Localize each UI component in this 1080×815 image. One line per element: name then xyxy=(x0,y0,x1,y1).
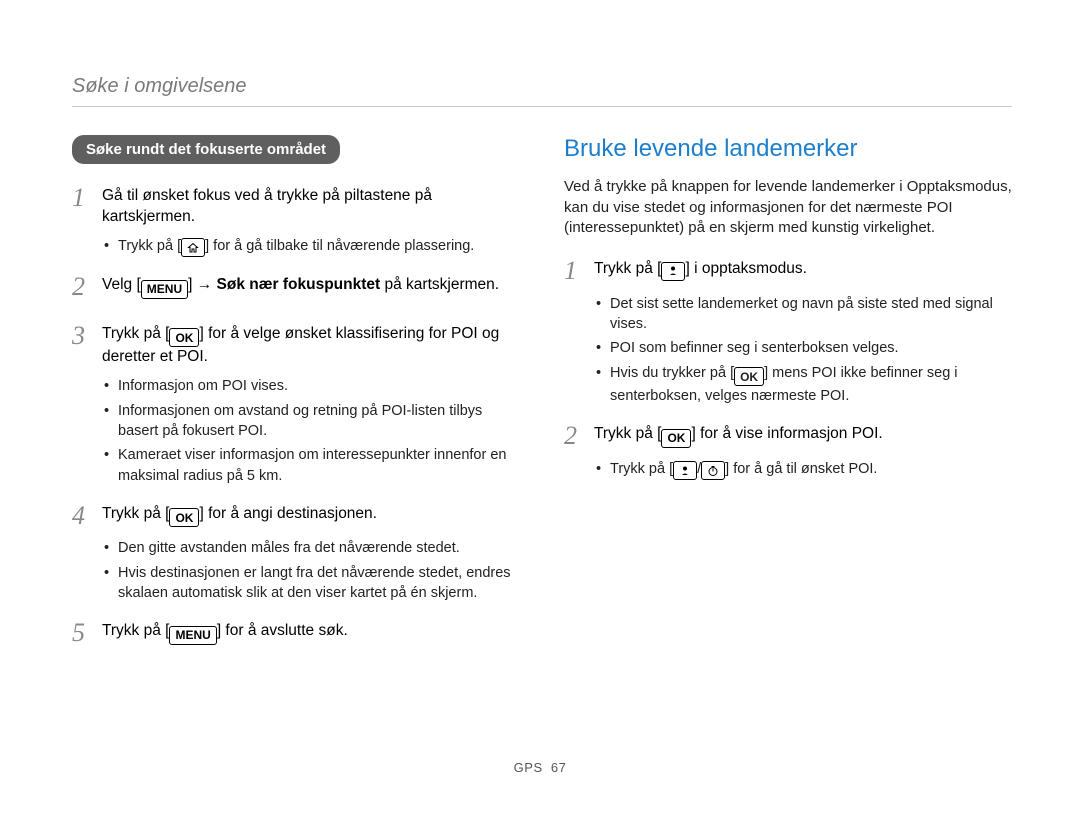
bullet: Hvis destinasjonen er langt fra det nåvæ… xyxy=(104,563,520,604)
step-number: 3 xyxy=(72,322,102,368)
ok-button-icon: OK xyxy=(169,328,199,347)
left-column: Søke rundt det fokuserte området 1 Gå ti… xyxy=(72,135,520,656)
intro-paragraph: Ved å trykke på knappen for levende land… xyxy=(564,177,1012,239)
text: ] xyxy=(188,276,197,293)
bullet: Informasjon om POI vises. xyxy=(104,376,520,396)
bullet: POI som befinner seg i senterboksen velg… xyxy=(596,338,1012,358)
menu-button-icon: MENU xyxy=(169,626,216,645)
bullet: Trykk på [ ] for å gå tilbake til nåværen… xyxy=(104,236,520,258)
bullet: Hvis du trykker på [OK] mens POI ikke be… xyxy=(596,363,1012,407)
ok-button-icon: OK xyxy=(661,429,691,448)
section-heading: Bruke levende landemerker xyxy=(564,135,1012,163)
step-text: Velg [MENU] → Søk nær fokuspunktet på ka… xyxy=(102,273,520,302)
landmark-icon xyxy=(661,262,685,281)
text: Trykk på [ xyxy=(118,238,181,254)
ok-button-icon: OK xyxy=(169,508,199,527)
step-3-bullets: Informasjon om POI vises. Informasjonen … xyxy=(72,376,520,485)
text: Trykk på [ xyxy=(102,325,169,342)
step-2: 2 Trykk på [OK] for å vise informasjon P… xyxy=(564,422,1012,451)
step-1: 1 Gå til ønsket fokus ved å trykke på pi… xyxy=(72,184,520,228)
step-2-bullets: Trykk på [/] for å gå til ønsket POI. xyxy=(564,459,1012,481)
text: Velg [ xyxy=(102,276,141,293)
step-1-bullets: Det sist sette landemerket og navn på si… xyxy=(564,294,1012,407)
right-column: Bruke levende landemerker Ved å trykke p… xyxy=(564,135,1012,656)
step-4: 4 Trykk på [OK] for å angi destinasjonen… xyxy=(72,502,520,531)
text: ] for å gå tilbake til nåværende plasser… xyxy=(205,238,474,254)
step-text: Trykk på [OK] for å vise informasjon POI… xyxy=(594,422,1012,451)
section-divider xyxy=(72,106,1012,107)
step-text: Trykk på [OK] for å angi destinasjonen. xyxy=(102,502,520,531)
text: ] for å avslutte søk. xyxy=(217,622,348,639)
step-text: Trykk på [OK] for å velge ønsket klassif… xyxy=(102,322,520,368)
step-number: 1 xyxy=(72,184,102,228)
bullet: Det sist sette landemerket og navn på si… xyxy=(596,294,1012,335)
document-page: Søke i omgivelsene Søke rundt det fokuse… xyxy=(0,0,1080,656)
bullet: Den gitte avstanden måles fra det nåvære… xyxy=(104,538,520,558)
landmark-icon xyxy=(673,461,697,480)
step-number: 2 xyxy=(564,422,594,451)
step-number: 2 xyxy=(72,273,102,302)
two-column-layout: Søke rundt det fokuserte området 1 Gå ti… xyxy=(72,135,1012,656)
bold-text: Søk nær fokuspunktet xyxy=(212,276,384,293)
step-number: 5 xyxy=(72,619,102,648)
step-4-bullets: Den gitte avstanden måles fra det nåvære… xyxy=(72,538,520,603)
text: Trykk på [ xyxy=(102,622,169,639)
step-number: 4 xyxy=(72,502,102,531)
page-footer: GPS 67 xyxy=(0,760,1080,775)
step-text: Gå til ønsket fokus ved å trykke på pilt… xyxy=(102,184,520,228)
text: på kartskjermen. xyxy=(385,276,500,293)
subsection-pill: Søke rundt det fokuserte området xyxy=(72,135,340,164)
step-1-bullets: Trykk på [ ] for å gå tilbake til nåværen… xyxy=(72,236,520,258)
step-1: 1 Trykk på [ ] i opptaksmodus. xyxy=(564,257,1012,286)
step-5: 5 Trykk på [MENU] for å avslutte søk. xyxy=(72,619,520,648)
home-icon xyxy=(181,238,205,257)
text: ] for å angi destinasjonen. xyxy=(199,505,377,522)
ok-button-icon: OK xyxy=(734,367,764,386)
text: Trykk på [ xyxy=(594,425,661,442)
step-text: Trykk på [MENU] for å avslutte søk. xyxy=(102,619,520,648)
step-text: Trykk på [ ] i opptaksmodus. xyxy=(594,257,1012,286)
footer-label: GPS xyxy=(514,760,543,775)
text: ] for å vise informasjon POI. xyxy=(691,425,882,442)
bullet: Kameraet viser informasjon om interessep… xyxy=(104,445,520,486)
step-2: 2 Velg [MENU] → Søk nær fokuspunktet på … xyxy=(72,273,520,302)
step-3: 3 Trykk på [OK] for å velge ønsket klass… xyxy=(72,322,520,368)
bullet: Informasjonen om avstand og retning på P… xyxy=(104,401,520,442)
page-number: 67 xyxy=(551,760,566,775)
menu-button-icon: MENU xyxy=(141,280,188,299)
section-title: Søke i omgivelsene xyxy=(72,75,1012,98)
text: ] for å gå til ønsket POI. xyxy=(725,461,877,477)
text: Trykk på [ xyxy=(610,461,673,477)
timer-icon xyxy=(701,461,725,480)
step-number: 1 xyxy=(564,257,594,286)
text: Trykk på [ xyxy=(102,505,169,522)
arrow-icon: → xyxy=(197,276,213,293)
text: ] i opptaksmodus. xyxy=(685,260,806,277)
text: Hvis du trykker på [ xyxy=(610,365,734,381)
bullet: Trykk på [/] for å gå til ønsket POI. xyxy=(596,459,1012,481)
text: Trykk på [ xyxy=(594,260,661,277)
